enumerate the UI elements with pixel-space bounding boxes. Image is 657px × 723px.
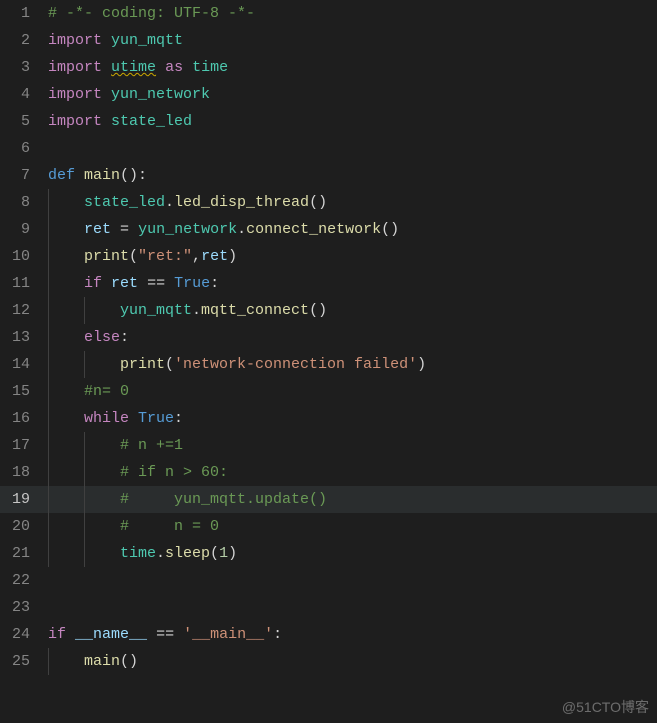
code-line[interactable]: 13 else: <box>0 324 657 351</box>
line-number: 15 <box>0 378 48 405</box>
line-number: 7 <box>0 162 48 189</box>
line-number: 18 <box>0 459 48 486</box>
code-content[interactable] <box>48 135 657 162</box>
code-content[interactable]: # n = 0 <box>120 513 657 540</box>
line-number: 23 <box>0 594 48 621</box>
indent-guides <box>48 351 120 378</box>
line-number: 24 <box>0 621 48 648</box>
code-line[interactable]: 21 time.sleep(1) <box>0 540 657 567</box>
line-number: 6 <box>0 135 48 162</box>
code-line[interactable]: 3import utime as time <box>0 54 657 81</box>
code-line[interactable]: 6 <box>0 135 657 162</box>
code-content[interactable]: import yun_network <box>48 81 657 108</box>
code-content[interactable]: # if n > 60: <box>120 459 657 486</box>
code-line[interactable]: 15 #n= 0 <box>0 378 657 405</box>
code-line[interactable]: 24if __name__ == '__main__': <box>0 621 657 648</box>
line-number: 1 <box>0 0 48 27</box>
indent-guides <box>48 324 84 351</box>
code-content[interactable]: if ret == True: <box>84 270 657 297</box>
line-number: 12 <box>0 297 48 324</box>
code-line[interactable]: 14 print('network-connection failed') <box>0 351 657 378</box>
indent-guides <box>48 432 120 459</box>
indent-guides <box>48 459 120 486</box>
code-content[interactable]: state_led.led_disp_thread() <box>84 189 657 216</box>
indent-guides <box>48 297 120 324</box>
code-content[interactable]: import yun_mqtt <box>48 27 657 54</box>
indent-guides <box>48 648 84 675</box>
indent-guides <box>48 189 84 216</box>
line-number: 14 <box>0 351 48 378</box>
code-content[interactable]: import state_led <box>48 108 657 135</box>
line-number: 13 <box>0 324 48 351</box>
code-content[interactable] <box>48 594 657 621</box>
code-line[interactable]: 10 print("ret:",ret) <box>0 243 657 270</box>
code-content[interactable]: # -*- coding: UTF-8 -*- <box>48 0 657 27</box>
code-line[interactable]: 17 # n +=1 <box>0 432 657 459</box>
code-line[interactable]: 1# -*- coding: UTF-8 -*- <box>0 0 657 27</box>
line-number: 2 <box>0 27 48 54</box>
code-line[interactable]: 8 state_led.led_disp_thread() <box>0 189 657 216</box>
code-content[interactable]: # n +=1 <box>120 432 657 459</box>
code-line[interactable]: 20 # n = 0 <box>0 513 657 540</box>
code-editor[interactable]: 1# -*- coding: UTF-8 -*-2import yun_mqtt… <box>0 0 657 723</box>
code-content[interactable]: import utime as time <box>48 54 657 81</box>
code-content[interactable]: main() <box>84 648 657 675</box>
code-content[interactable]: print('network-connection failed') <box>120 351 657 378</box>
code-line[interactable]: 5import state_led <box>0 108 657 135</box>
line-number: 3 <box>0 54 48 81</box>
code-content[interactable]: print("ret:",ret) <box>84 243 657 270</box>
line-number: 17 <box>0 432 48 459</box>
code-content[interactable]: # yun_mqtt.update() <box>120 486 657 513</box>
code-content[interactable]: def main(): <box>48 162 657 189</box>
code-content[interactable]: while True: <box>84 405 657 432</box>
code-line[interactable]: 23 <box>0 594 657 621</box>
code-line[interactable]: 9 ret = yun_network.connect_network() <box>0 216 657 243</box>
line-number: 9 <box>0 216 48 243</box>
code-content[interactable]: ret = yun_network.connect_network() <box>84 216 657 243</box>
code-line[interactable]: 7def main(): <box>0 162 657 189</box>
line-number: 16 <box>0 405 48 432</box>
code-content[interactable]: #n= 0 <box>84 378 657 405</box>
line-number: 22 <box>0 567 48 594</box>
code-content[interactable]: yun_mqtt.mqtt_connect() <box>120 297 657 324</box>
line-number: 11 <box>0 270 48 297</box>
line-number: 20 <box>0 513 48 540</box>
indent-guides <box>48 243 84 270</box>
code-line[interactable]: 19 # yun_mqtt.update() <box>0 486 657 513</box>
line-number: 25 <box>0 648 48 675</box>
line-number: 4 <box>0 81 48 108</box>
code-content[interactable] <box>48 567 657 594</box>
code-line[interactable]: 11 if ret == True: <box>0 270 657 297</box>
code-line[interactable]: 25 main() <box>0 648 657 675</box>
code-line[interactable]: 18 # if n > 60: <box>0 459 657 486</box>
indent-guides <box>48 216 84 243</box>
line-number: 10 <box>0 243 48 270</box>
indent-guides <box>48 513 120 540</box>
code-line[interactable]: 2import yun_mqtt <box>0 27 657 54</box>
code-line[interactable]: 4import yun_network <box>0 81 657 108</box>
code-content[interactable]: else: <box>84 324 657 351</box>
line-number: 8 <box>0 189 48 216</box>
code-line[interactable]: 22 <box>0 567 657 594</box>
code-line[interactable]: 12 yun_mqtt.mqtt_connect() <box>0 297 657 324</box>
indent-guides <box>48 540 120 567</box>
line-number: 19 <box>0 486 48 513</box>
code-content[interactable]: if __name__ == '__main__': <box>48 621 657 648</box>
code-line[interactable]: 16 while True: <box>0 405 657 432</box>
code-content[interactable]: time.sleep(1) <box>120 540 657 567</box>
indent-guides <box>48 486 120 513</box>
line-number: 21 <box>0 540 48 567</box>
line-number: 5 <box>0 108 48 135</box>
indent-guides <box>48 405 84 432</box>
indent-guides <box>48 270 84 297</box>
indent-guides <box>48 378 84 405</box>
